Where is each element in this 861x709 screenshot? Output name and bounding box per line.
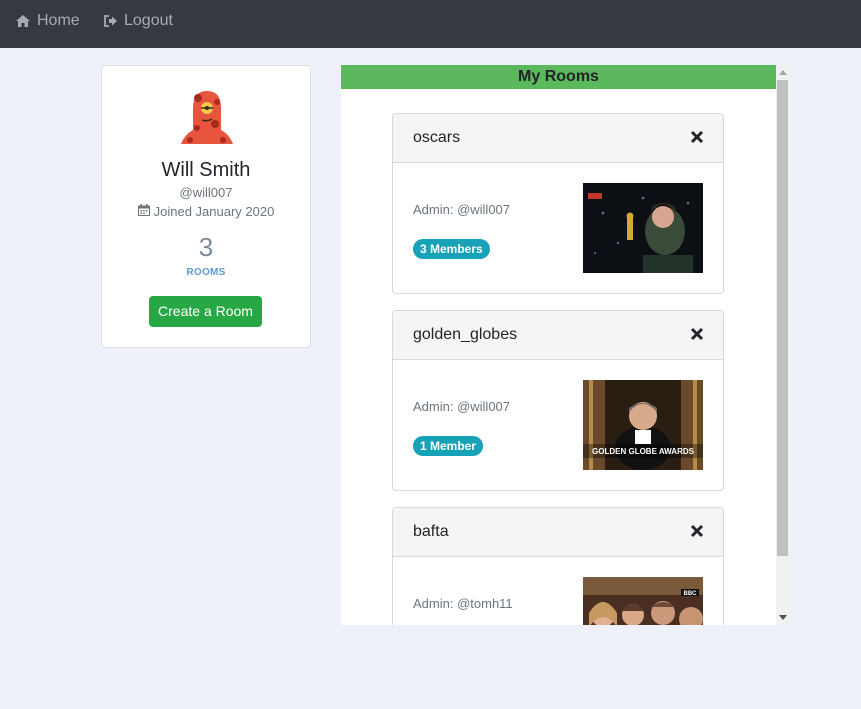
calendar-icon <box>137 204 150 219</box>
thumbnail-caption: GOLDEN GLOBE AWARDS <box>592 447 695 456</box>
room-card-header: bafta <box>393 508 723 557</box>
nav-logout-label: Logout <box>124 12 173 29</box>
profile-joined-label: Joined January 2020 <box>153 204 275 219</box>
room-thumbnail-image[interactable]: BBC <box>583 577 703 625</box>
scroll-up-icon[interactable] <box>779 70 787 75</box>
rooms-scrollbar[interactable] <box>776 65 790 625</box>
room-admin: Admin: @tomh11 <box>413 596 513 611</box>
my-rooms-panel: My Rooms oscars Admin: @will007 3 Member… <box>341 65 776 625</box>
room-card-header: golden_globes <box>393 311 723 360</box>
room-name[interactable]: golden_globes <box>413 326 517 344</box>
create-room-button[interactable]: Create a Room <box>149 296 262 327</box>
rooms-count: 3 <box>198 232 214 262</box>
thumbnail-caption: BBC <box>684 591 698 597</box>
close-icon[interactable] <box>690 524 704 538</box>
room-thumbnail-image[interactable] <box>583 183 703 273</box>
nav-logout-link[interactable]: Logout <box>103 12 173 30</box>
room-card-header: oscars <box>393 114 723 163</box>
room-card-oscars[interactable]: oscars Admin: @will007 3 Members <box>392 113 724 294</box>
nav-home-label: Home <box>37 12 80 29</box>
top-navbar: Home Logout <box>0 0 861 48</box>
room-name[interactable]: bafta <box>413 523 449 541</box>
avatar <box>179 88 235 148</box>
room-card-bafta[interactable]: bafta Admin: @tomh11 BBC <box>392 507 724 625</box>
scrollbar-thumb[interactable] <box>777 80 788 556</box>
close-icon[interactable] <box>690 327 704 341</box>
profile-handle: @will007 <box>179 185 233 200</box>
room-admin: Admin: @will007 <box>413 399 511 414</box>
room-name[interactable]: oscars <box>413 129 460 147</box>
profile-card: Will Smith @will007 Joined January 2020 … <box>101 65 311 348</box>
rooms-count-label: ROOMS <box>186 267 226 278</box>
room-thumbnail-image[interactable]: GOLDEN GLOBE AWARDS <box>583 380 703 470</box>
home-icon <box>15 14 31 28</box>
scroll-down-icon[interactable] <box>779 615 787 620</box>
room-members-badge: 3 Members <box>413 239 490 259</box>
logout-icon <box>103 14 118 28</box>
room-card-golden-globes[interactable]: golden_globes Admin: @will007 1 Member G… <box>392 310 724 491</box>
room-admin: Admin: @will007 <box>413 202 511 217</box>
profile-name: Will Smith <box>161 159 251 181</box>
profile-joined: Joined January 2020 <box>102 204 310 219</box>
my-rooms-title: My Rooms <box>341 65 776 89</box>
nav-home-link[interactable]: Home <box>15 12 80 30</box>
room-members-badge: 1 Member <box>413 436 484 456</box>
close-icon[interactable] <box>690 130 704 144</box>
